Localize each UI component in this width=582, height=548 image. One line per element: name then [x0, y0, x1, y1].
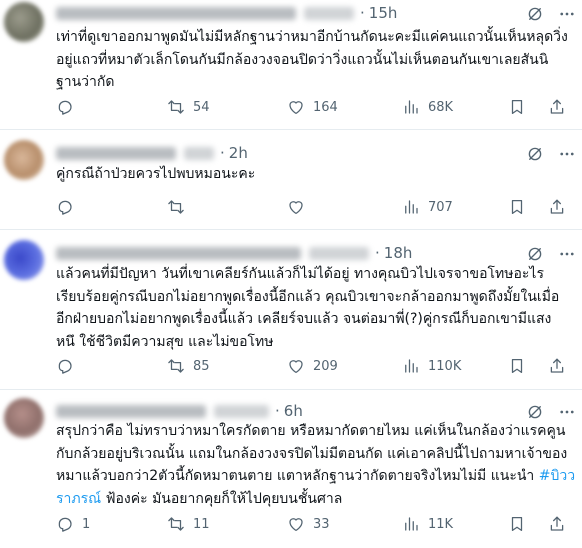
reply-button[interactable] — [56, 98, 82, 116]
reply-icon — [56, 515, 74, 533]
reply-button[interactable] — [56, 198, 82, 216]
handle-blurred[interactable] — [304, 6, 354, 20]
share-icon — [548, 515, 566, 533]
display-name-blurred[interactable] — [56, 246, 301, 260]
share-icon — [548, 357, 566, 375]
share-icon — [548, 98, 566, 116]
views-chart-icon — [402, 357, 420, 375]
grok-icon[interactable] — [526, 245, 544, 263]
share-icon — [548, 198, 566, 216]
repost-icon — [167, 515, 185, 533]
views-chart-icon — [402, 98, 420, 116]
avatar[interactable] — [4, 2, 44, 42]
timestamp[interactable]: 2h — [229, 144, 248, 162]
like-button[interactable] — [287, 198, 313, 216]
more-icon[interactable] — [558, 5, 576, 23]
share-button[interactable] — [548, 198, 566, 216]
views-chart-icon — [402, 515, 420, 533]
repost-button[interactable]: 11 — [167, 515, 210, 533]
action-bar: 85 209 110K — [0, 357, 582, 377]
like-button[interactable]: 164 — [287, 98, 338, 116]
action-bar: 54 164 68K — [0, 98, 582, 118]
bookmark-button[interactable] — [508, 198, 526, 216]
repost-button[interactable]: 85 — [167, 357, 210, 375]
grok-icon[interactable] — [526, 5, 544, 23]
repost-button[interactable] — [167, 198, 193, 216]
heart-icon — [287, 98, 305, 116]
display-name-blurred[interactable] — [56, 404, 206, 418]
share-button[interactable] — [548, 515, 566, 533]
bookmark-icon — [508, 198, 526, 216]
more-icon[interactable] — [558, 403, 576, 421]
bookmark-button[interactable] — [508, 98, 526, 116]
avatar[interactable] — [4, 240, 44, 280]
views-button[interactable]: 68K — [402, 98, 453, 116]
tweet-text: แล้วคนที่มีปัญหา วันที่เขาเคลียร์กันแล้ว… — [56, 266, 560, 350]
tweet-header: · 6h — [56, 402, 303, 420]
tweet-text: คู่กรณีถ้าป่วยควรไปพบหมอนะคะ — [56, 166, 256, 182]
reply-icon — [56, 357, 74, 375]
share-button[interactable] — [548, 98, 566, 116]
timestamp[interactable]: 6h — [284, 402, 303, 420]
reply-icon — [56, 198, 74, 216]
bookmark-icon — [508, 515, 526, 533]
action-bar: 1 11 33 11K — [0, 515, 582, 535]
views-chart-icon — [402, 198, 420, 216]
tweet-header: · 15h — [56, 4, 397, 22]
bookmark-button[interactable] — [508, 357, 526, 375]
timestamp[interactable]: 15h — [369, 4, 398, 22]
bookmark-button[interactable] — [508, 515, 526, 533]
views-button[interactable]: 707 — [402, 198, 453, 216]
tweet-4[interactable]: · 6h สรุปกว่าคือ ไม่ทราบว่าหมาใครกัดตาย … — [0, 390, 582, 548]
repost-icon — [167, 357, 185, 375]
handle-blurred[interactable] — [309, 246, 369, 260]
more-icon[interactable] — [558, 145, 576, 163]
bookmark-icon — [508, 357, 526, 375]
tweet-3[interactable]: · 18h แล้วคนที่มีปัญหา วันที่เขาเคลียร์ก… — [0, 230, 582, 390]
display-name-blurred[interactable] — [56, 6, 296, 20]
more-icon[interactable] — [558, 245, 576, 263]
handle-blurred[interactable] — [214, 404, 269, 418]
repost-icon — [167, 198, 185, 216]
bookmark-icon — [508, 98, 526, 116]
reply-button[interactable]: 1 — [56, 515, 90, 533]
heart-icon — [287, 198, 305, 216]
heart-icon — [287, 515, 305, 533]
like-button[interactable]: 209 — [287, 357, 338, 375]
action-bar: 707 — [0, 198, 582, 218]
avatar[interactable] — [4, 140, 44, 180]
repost-button[interactable]: 54 — [167, 98, 210, 116]
share-button[interactable] — [548, 357, 566, 375]
tweet-2[interactable]: · 2h คู่กรณีถ้าป่วยควรไปพบหมอนะคะ 707 — [0, 130, 582, 230]
reply-icon — [56, 98, 74, 116]
heart-icon — [287, 357, 305, 375]
handle-blurred[interactable] — [184, 146, 214, 160]
views-button[interactable]: 11K — [402, 515, 453, 533]
repost-icon — [167, 98, 185, 116]
tweet-header: · 18h — [56, 244, 412, 262]
display-name-blurred[interactable] — [56, 146, 176, 160]
tweet-text: สรุปกว่าคือ ไม่ทราบว่าหมาใครกัดตาย หรือห… — [56, 423, 576, 507]
avatar[interactable] — [4, 398, 44, 438]
reply-button[interactable] — [56, 357, 82, 375]
tweet-text: เท่าที่ดูเขาออกมาพูดมันไม่มีหลักฐานว่าหม… — [56, 29, 568, 90]
tweet-1[interactable]: · 15h เท่าที่ดูเขาออกมาพูดมันไม่มีหลักฐา… — [0, 0, 582, 130]
timestamp[interactable]: 18h — [384, 244, 413, 262]
like-button[interactable]: 33 — [287, 515, 330, 533]
tweet-header: · 2h — [56, 144, 248, 162]
grok-icon[interactable] — [526, 145, 544, 163]
views-button[interactable]: 110K — [402, 357, 461, 375]
grok-icon[interactable] — [526, 403, 544, 421]
